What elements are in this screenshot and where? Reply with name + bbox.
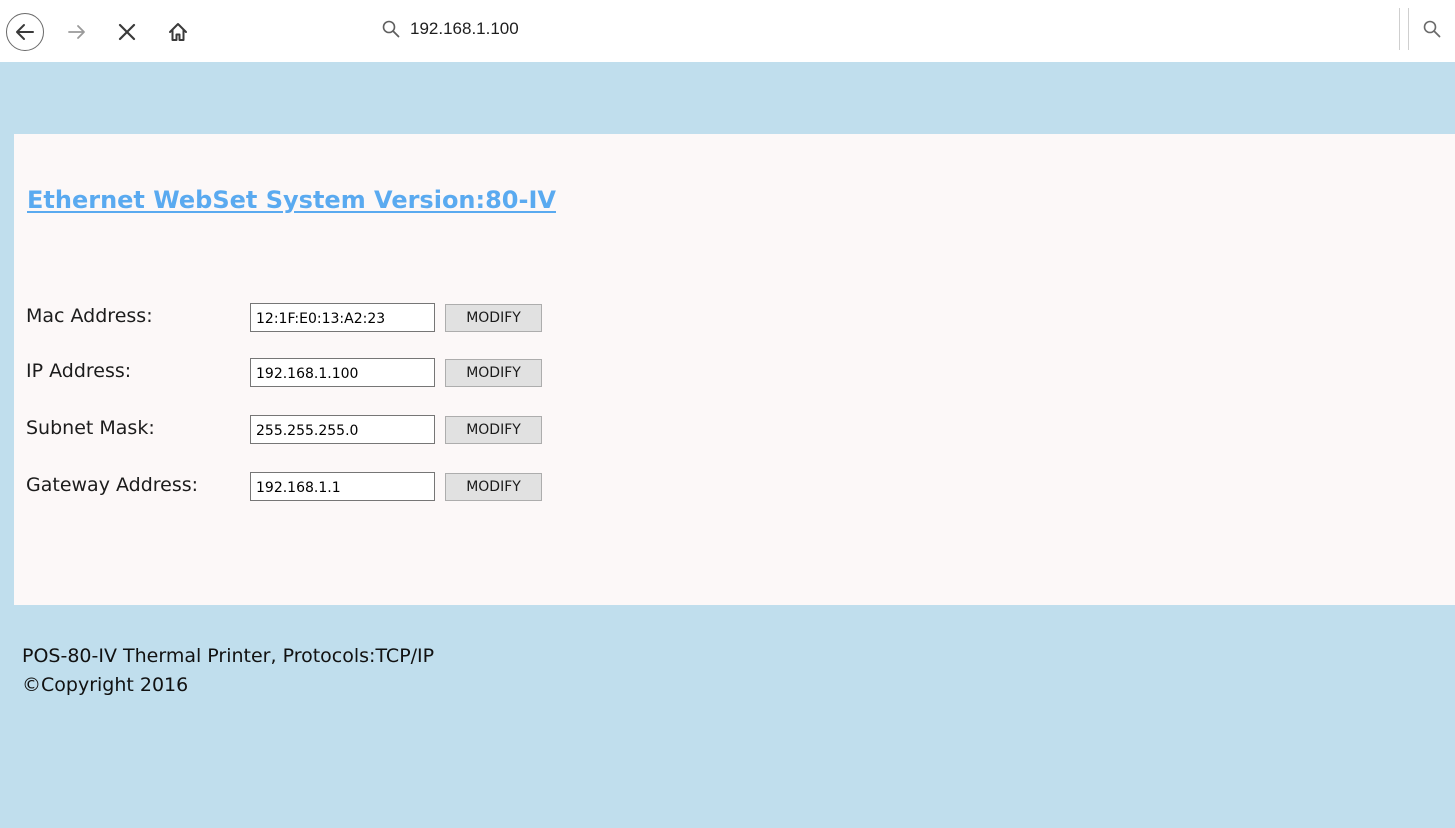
page-title[interactable]: Ethernet WebSet System Version:80-IV (27, 186, 556, 214)
search-box[interactable] (1408, 8, 1455, 50)
subnet-mask-row: Subnet Mask: MODIFY (26, 414, 586, 446)
search-icon (380, 18, 402, 40)
url-text: 192.168.1.100 (410, 19, 519, 38)
modify-mac-button[interactable]: MODIFY (445, 304, 542, 332)
footer: POS-80-IV Thermal Printer, Protocols:TCP… (22, 642, 434, 700)
back-arrow-icon (16, 24, 34, 40)
subnet-mask-label: Subnet Mask: (26, 417, 155, 439)
modify-gateway-button[interactable]: MODIFY (445, 473, 542, 501)
ip-address-row: IP Address: MODIFY (26, 357, 586, 389)
subnet-mask-input[interactable] (250, 415, 435, 444)
home-icon (169, 23, 187, 41)
ip-address-label: IP Address: (26, 360, 132, 382)
page-body: Ethernet WebSet System Version:80-IV Mac… (0, 62, 1455, 828)
stop-button[interactable] (112, 14, 142, 50)
content-panel: Ethernet WebSet System Version:80-IV Mac… (14, 134, 1455, 605)
modify-ip-button[interactable]: MODIFY (445, 359, 542, 387)
gateway-address-input[interactable] (250, 472, 435, 501)
mac-address-label: Mac Address: (26, 305, 153, 327)
footer-product-text: POS-80-IV Thermal Printer, Protocols:TCP… (22, 645, 435, 667)
forward-button[interactable] (62, 14, 92, 50)
gateway-address-label: Gateway Address: (26, 474, 199, 496)
forward-arrow-icon (68, 25, 85, 39)
browser-toolbar: 192.168.1.100 (0, 0, 1455, 62)
mac-address-row: Mac Address: MODIFY (26, 302, 586, 334)
gateway-address-row: Gateway Address: MODIFY (26, 471, 586, 503)
address-bar[interactable]: 192.168.1.100 (370, 8, 1400, 50)
search-icon (1423, 20, 1441, 38)
mac-address-input[interactable] (250, 303, 435, 332)
ip-address-input[interactable] (250, 358, 435, 387)
home-button[interactable] (163, 14, 193, 50)
close-icon (118, 23, 136, 41)
back-button[interactable] (6, 13, 44, 51)
footer-copyright-text: ©Copyright 2016 (22, 674, 189, 696)
modify-subnet-button[interactable]: MODIFY (445, 416, 542, 444)
